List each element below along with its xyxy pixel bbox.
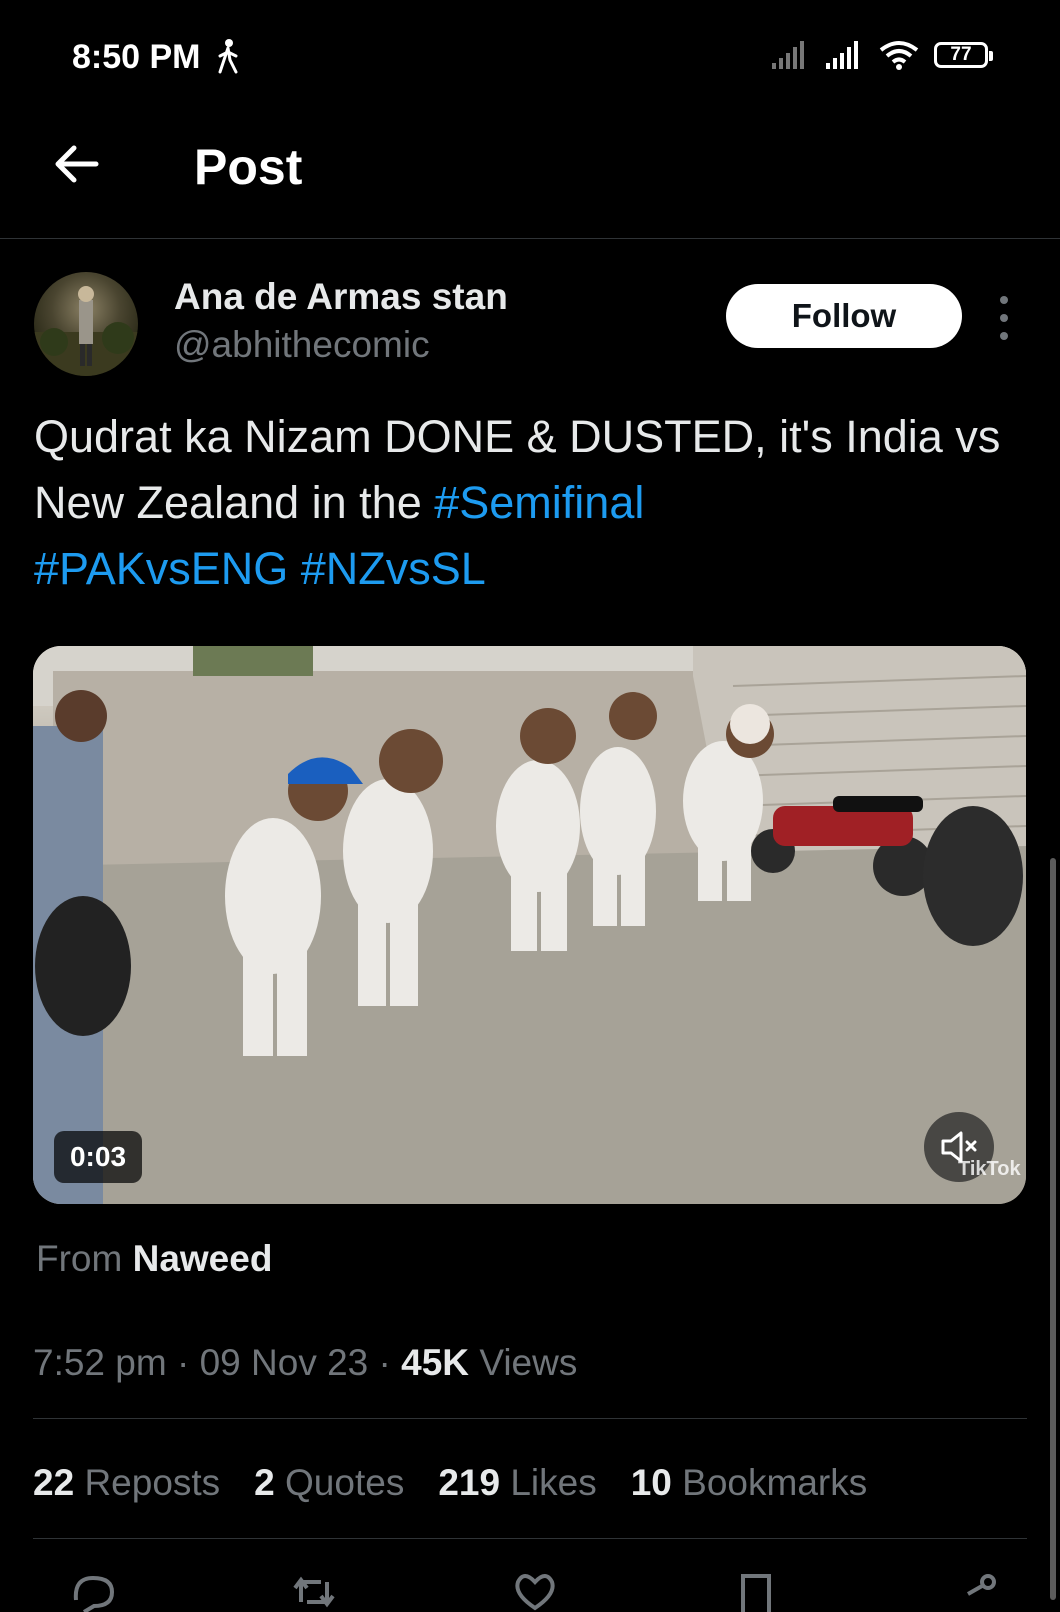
hashtag-pakvseng[interactable]: #PAKvsENG [34,543,288,594]
like-icon[interactable] [512,1572,558,1612]
bookmark-icon[interactable] [733,1572,779,1612]
stat-reposts[interactable]: 22 Reposts [33,1462,220,1504]
signal-icon [772,41,804,69]
engagement-stats: 22 Reposts 2 Quotes 219 Likes 10 Bookmar… [33,1462,867,1504]
more-options-icon[interactable] [992,296,1016,340]
tiktok-watermark: TikTok [958,1158,1021,1180]
views-count: 45K [401,1342,470,1383]
meta-separator: · [176,1342,190,1383]
source-prefix: From [36,1238,123,1279]
signal-icon-2 [826,41,858,69]
post-meta: 7:52 pm · 09 Nov 23 · 45K Views [33,1342,577,1384]
repost-icon[interactable] [291,1572,337,1612]
post-time: 7:52 pm [33,1342,167,1383]
stat-count: 22 [33,1462,75,1503]
post-date: 09 Nov 23 [199,1342,369,1383]
back-button[interactable] [48,136,104,192]
stat-label: Likes [510,1462,597,1503]
share-icon[interactable] [954,1572,1000,1612]
tweet-text: Qudrat ka Nizam DONE & DUSTED, it's Indi… [34,404,1004,602]
status-indicators: 77 [770,40,993,70]
header-divider [0,238,1060,239]
walking-icon [216,38,240,79]
divider [33,1538,1027,1539]
source-name[interactable]: Naweed [133,1238,273,1279]
follow-button[interactable]: Follow [726,284,962,348]
video-player[interactable] [33,646,1026,1204]
divider [33,1418,1027,1419]
meta-separator: · [378,1342,391,1383]
stat-bookmarks[interactable]: 10 Bookmarks [631,1462,868,1504]
hashtag-nzvssl[interactable]: #NZvsSL [301,543,486,594]
stat-label: Bookmarks [682,1462,868,1503]
stat-quotes[interactable]: 2 Quotes [254,1462,404,1504]
wifi-icon [879,41,919,70]
avatar[interactable] [34,272,138,376]
stat-label: Quotes [285,1462,405,1503]
arrow-left-icon [55,145,99,183]
stat-count: 219 [438,1462,501,1503]
stat-count: 2 [254,1462,275,1503]
scrollbar[interactable] [1050,858,1056,1600]
author-handle[interactable]: @abhithecomic [174,324,430,366]
battery-icon: 77 [934,42,993,68]
stat-likes[interactable]: 219 Likes [438,1462,596,1504]
video-thumbnail [33,646,1026,1204]
page-title: Post [194,139,303,195]
stat-label: Reposts [84,1462,221,1503]
hashtag-semifinal[interactable]: #Semifinal [434,477,644,528]
reply-icon[interactable] [70,1572,116,1612]
video-duration: 0:03 [54,1131,142,1183]
views-label: Views [479,1342,578,1383]
status-time: 8:50 PM [72,38,201,76]
media-source: From Naweed [36,1238,272,1280]
stat-count: 10 [630,1462,672,1503]
action-bar [70,1572,1000,1612]
author-name[interactable]: Ana de Armas stan [174,276,508,318]
